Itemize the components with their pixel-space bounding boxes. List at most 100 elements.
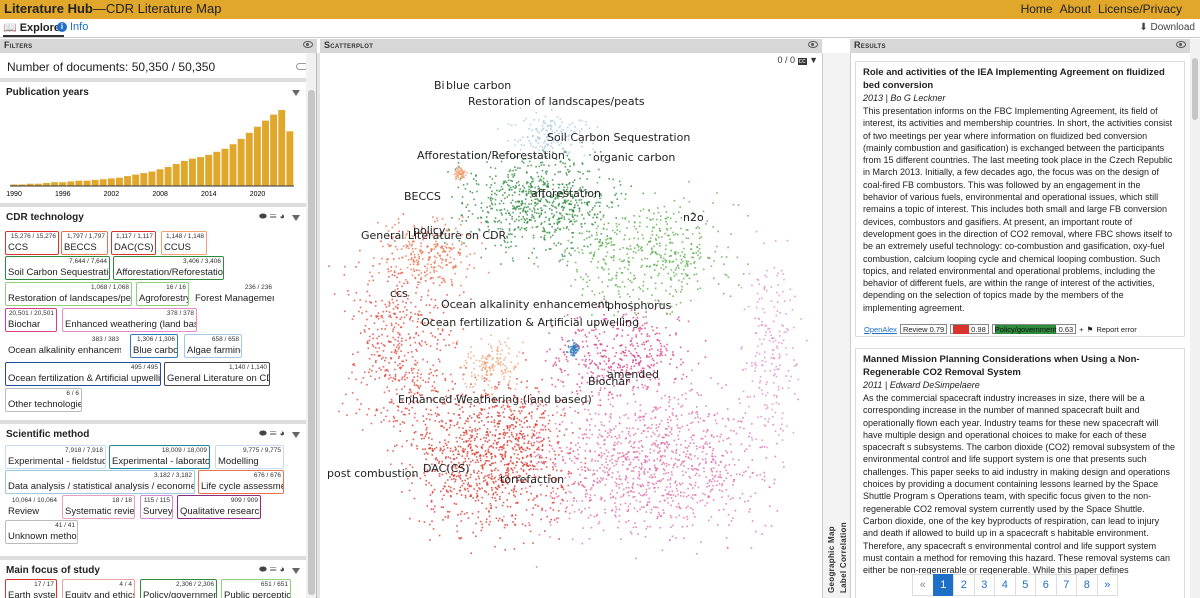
scatter-point[interactable] [416,445,418,447]
scatter-point[interactable] [645,511,648,513]
scatter-point[interactable] [567,152,569,155]
scatter-point[interactable] [658,433,661,436]
scatter-point[interactable] [481,523,483,526]
scatter-point[interactable] [559,228,561,230]
scatter-point[interactable] [564,462,567,464]
scatter-point[interactable] [530,219,532,221]
scatter-point[interactable] [640,333,643,335]
scatter-point[interactable] [650,427,652,430]
scatter-point[interactable] [412,250,414,253]
scatter-point[interactable] [526,217,528,220]
scatter-point[interactable] [468,210,470,212]
filter-pill[interactable]: 6 / 6 Other technologies [5,388,82,412]
scatter-point[interactable] [517,226,520,228]
scatter-point[interactable] [390,324,393,327]
scatter-point[interactable] [506,235,508,238]
scatter-point[interactable] [702,492,704,495]
scatter-point[interactable] [496,411,499,414]
scatter-point[interactable] [688,445,690,447]
scatter-point[interactable] [620,344,622,347]
scatter-point[interactable] [606,235,609,237]
scatter-point[interactable] [534,204,536,207]
scatter-point[interactable] [477,470,480,472]
scatter-point[interactable] [680,258,683,261]
scatter-point[interactable] [724,273,726,276]
scatter-point[interactable] [503,526,506,529]
scatter-point[interactable] [721,454,723,457]
scatter-point[interactable] [597,366,599,368]
scatter-point[interactable] [680,363,682,366]
scatter-point[interactable] [502,194,504,196]
scatter-point[interactable] [487,196,490,199]
scatter-point[interactable] [594,450,596,453]
scatter-point[interactable] [695,273,698,275]
scatter-point[interactable] [489,520,491,523]
scatter-point[interactable] [612,256,615,259]
scatter-point[interactable] [499,433,501,435]
scatter-point[interactable] [613,444,615,446]
scatter-point[interactable] [518,190,521,193]
scatter-point[interactable] [628,491,630,493]
scatter-point[interactable] [664,217,667,220]
scatter-point[interactable] [628,427,631,430]
scatter-point[interactable] [424,341,427,343]
scatter-point[interactable] [425,418,428,420]
scatter-point[interactable] [537,461,540,463]
scatter-point[interactable] [677,438,680,440]
scatter-point[interactable] [661,236,663,238]
scatter-point[interactable] [589,243,592,246]
scatter-point[interactable] [590,418,593,420]
scatter-point[interactable] [554,173,556,176]
scatter-point[interactable] [562,381,564,383]
scatter-point[interactable] [705,223,707,225]
scatter-point[interactable] [476,190,478,193]
scatter-point[interactable] [540,209,543,212]
scatter-point[interactable] [500,209,503,211]
scatter-point[interactable] [707,415,709,418]
scatter-point[interactable] [396,248,399,251]
filter-pill[interactable]: 1,117 / 1,117 DAC(CS) [111,231,156,255]
scatter-point[interactable] [586,436,588,439]
scatter-point[interactable] [619,267,621,270]
scatter-point[interactable] [639,404,642,406]
scatter-point[interactable] [543,234,546,237]
scatter-point[interactable] [715,422,718,425]
scatter-point[interactable] [463,441,465,443]
scatter-point[interactable] [699,252,701,254]
scatter-point[interactable] [495,194,498,196]
scatter-point[interactable] [449,495,452,497]
scatter-point[interactable] [659,526,662,529]
scatter-point[interactable] [549,348,551,351]
scatter-point[interactable] [382,320,385,323]
scatter-point[interactable] [725,488,728,491]
scatter-point[interactable] [388,276,390,278]
scatter-point[interactable] [391,380,394,382]
scatter-point[interactable] [495,175,497,177]
scatter-point[interactable] [615,284,618,286]
scatter-point[interactable] [416,264,419,266]
scatter-point[interactable] [480,413,483,415]
year-bar[interactable] [51,182,58,186]
scatter-point[interactable] [454,383,456,385]
scatter-point[interactable] [567,239,570,242]
scatter-point[interactable] [499,209,501,212]
scatter-point[interactable] [783,466,785,468]
scatter-point[interactable] [381,328,383,330]
scatter-point[interactable] [390,398,393,401]
scatter-point[interactable] [613,428,615,430]
scatter-point[interactable] [500,446,502,448]
scatter-point[interactable] [605,239,608,241]
scatter-point[interactable] [580,466,583,469]
scatter-point[interactable] [668,416,671,418]
scatter-point[interactable] [559,125,562,127]
scatter-point[interactable] [480,446,483,449]
scatter-point[interactable] [515,449,518,451]
scatter-point[interactable] [521,448,524,450]
scatter-point[interactable] [616,460,619,463]
scatter-point[interactable] [621,464,624,466]
scatter-point[interactable] [470,417,473,419]
scatter-point[interactable] [604,484,607,486]
scatter-point[interactable] [486,459,489,462]
scatter-point[interactable] [514,220,516,223]
scatter-point[interactable] [470,473,472,476]
